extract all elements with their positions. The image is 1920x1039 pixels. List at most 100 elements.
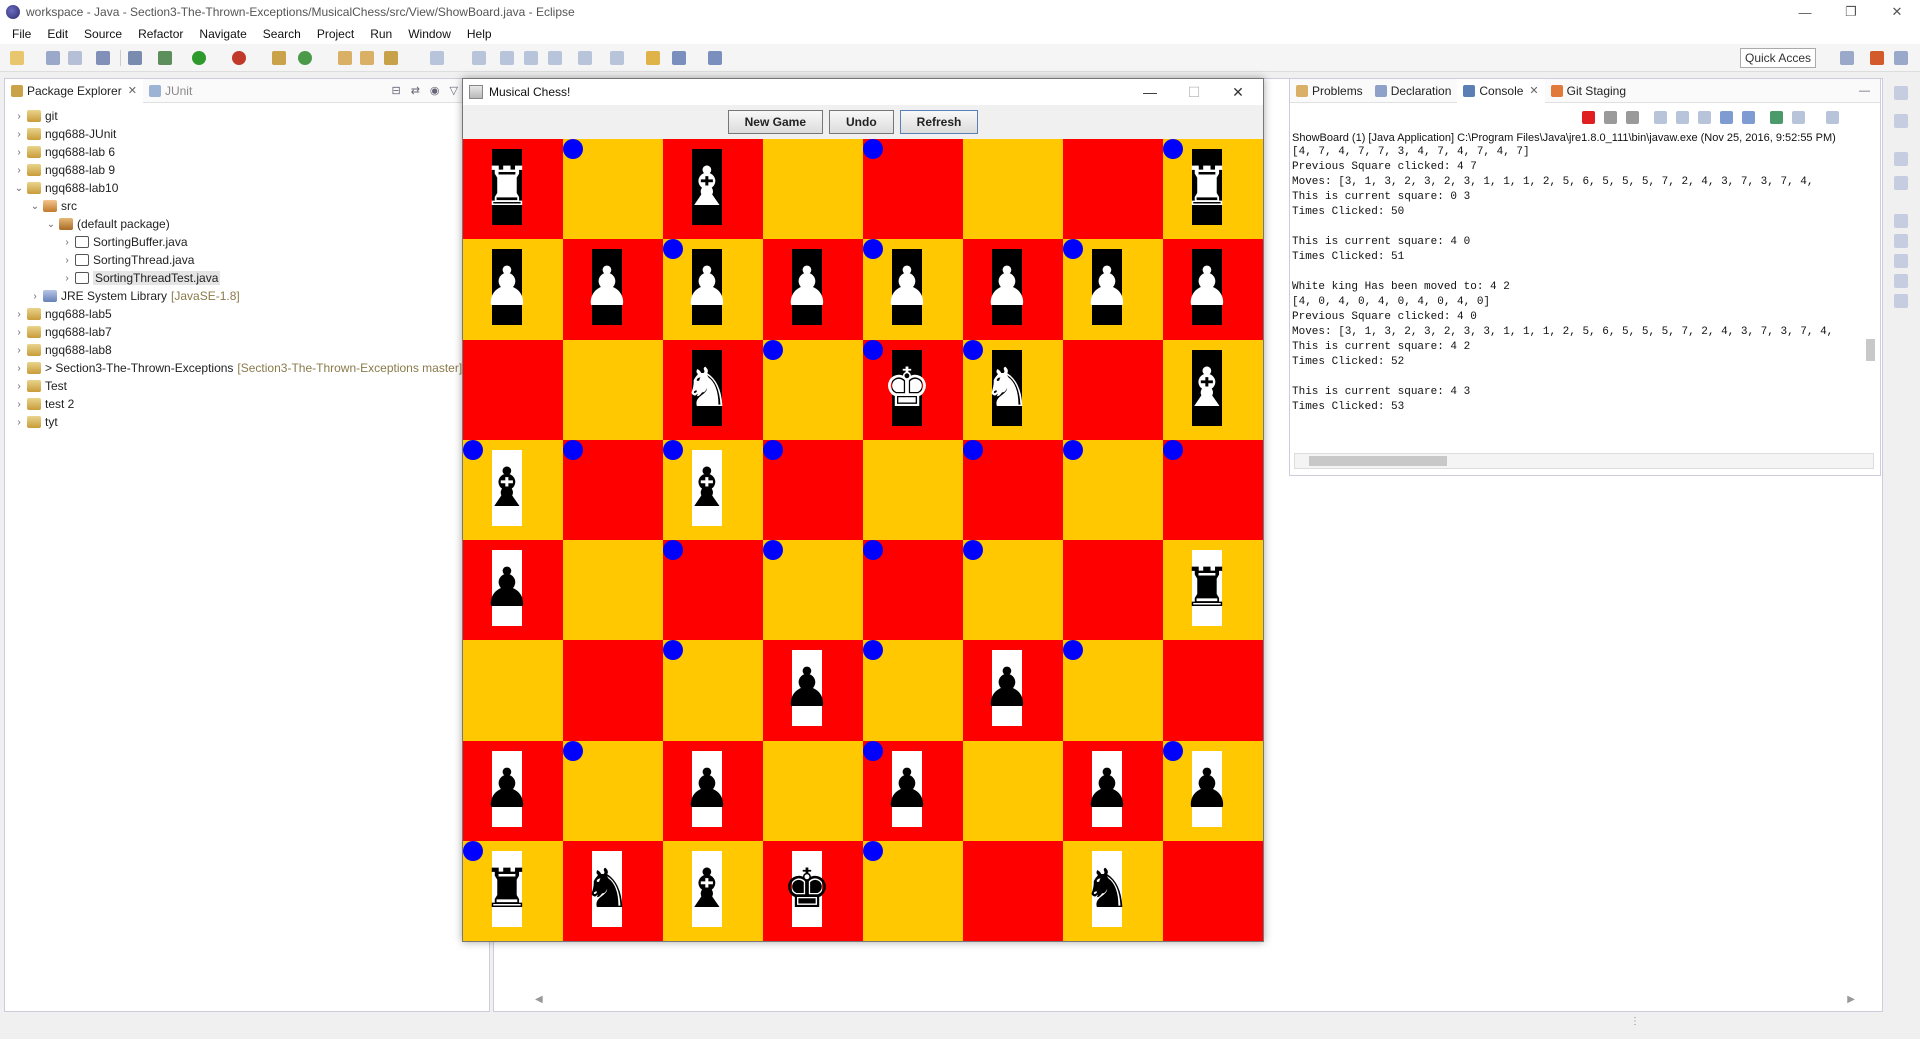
black-bishop-icon[interactable]: ♝ — [683, 850, 731, 927]
board-square[interactable]: ♝ — [463, 439, 563, 540]
display-console-icon[interactable] — [1792, 111, 1805, 124]
word-wrap-icon[interactable] — [1698, 111, 1711, 124]
tree-item[interactable]: › > Section3-The-Thrown-Exceptions [Sectio… — [5, 359, 489, 377]
tab-problems[interactable]: Problems — [1290, 79, 1369, 103]
menu-edit[interactable]: Edit — [39, 27, 76, 41]
menu-file[interactable]: File — [4, 27, 39, 41]
board-square[interactable]: ♟ — [763, 239, 863, 340]
java-perspective-icon[interactable] — [1894, 51, 1908, 65]
console-horizontal-scrollbar[interactable] — [1294, 453, 1874, 469]
board-square[interactable] — [563, 439, 663, 540]
chevron-icon[interactable]: › — [61, 255, 73, 266]
new-java-project-icon[interactable] — [272, 51, 286, 65]
tree-item[interactable]: › ngq688-lab5 — [5, 305, 489, 323]
task-list-icon[interactable] — [1894, 114, 1908, 128]
debug-icon[interactable] — [158, 51, 172, 65]
menu-window[interactable]: Window — [400, 27, 459, 41]
git-perspective-icon[interactable] — [1870, 51, 1884, 65]
editor-horizontal-scrollbar[interactable]: ◀ ▶ — [535, 994, 1855, 1008]
open-perspective-icon[interactable] — [1840, 51, 1854, 65]
black-pawn-icon[interactable]: ♟ — [883, 750, 931, 827]
block-selection-icon[interactable] — [500, 51, 514, 65]
focus-task-icon[interactable]: ◉ — [430, 84, 440, 97]
board-square[interactable] — [763, 439, 863, 540]
board-square[interactable]: ♝ — [663, 840, 763, 941]
tree-item[interactable]: › ngq688-lab 6 — [5, 143, 489, 161]
debug-view-icon[interactable] — [1894, 234, 1908, 248]
black-pawn-icon[interactable]: ♟ — [483, 550, 531, 626]
undo-button[interactable]: Undo — [829, 110, 894, 134]
white-knight-icon[interactable]: ♞ — [683, 349, 731, 426]
board-square[interactable] — [963, 139, 1063, 240]
board-square[interactable]: ♞ — [563, 840, 663, 941]
menu-navigate[interactable]: Navigate — [191, 27, 254, 41]
menu-run[interactable]: Run — [362, 27, 400, 41]
chevron-icon[interactable]: › — [13, 381, 25, 392]
annotation-icon[interactable] — [430, 51, 444, 65]
console-output[interactable]: [4, 7, 4, 7, 7, 3, 4, 7, 4, 7, 4, 7] Pre… — [1290, 145, 1870, 445]
close-tab-icon[interactable]: ✕ — [1529, 84, 1538, 97]
tree-item[interactable]: › Test — [5, 377, 489, 395]
new-icon[interactable] — [10, 51, 24, 65]
tree-item[interactable]: ⌄ src — [5, 197, 489, 215]
white-pawn-icon[interactable]: ♟ — [883, 249, 931, 326]
board-square[interactable] — [863, 640, 963, 741]
link-with-editor-icon[interactable]: ⇄ — [411, 84, 420, 97]
menu-project[interactable]: Project — [309, 27, 362, 41]
minimize-icon[interactable]: — — [1127, 79, 1173, 105]
board-square[interactable] — [663, 640, 763, 741]
board-square[interactable]: ♞ — [963, 339, 1063, 440]
board-square[interactable] — [1163, 439, 1263, 540]
restore-icon[interactable]: ❐ — [1828, 0, 1874, 24]
black-pawn-icon[interactable]: ♟ — [983, 650, 1031, 727]
remove-launch-icon[interactable] — [1604, 111, 1617, 124]
menu-refactor[interactable]: Refactor — [130, 27, 191, 41]
black-rook-icon[interactable]: ♜ — [1183, 550, 1231, 626]
open-type-icon[interactable] — [338, 51, 352, 65]
board-square[interactable] — [763, 139, 863, 240]
chevron-icon[interactable]: › — [13, 309, 25, 320]
chevron-icon[interactable]: › — [13, 399, 25, 410]
tree-item[interactable]: › test 2 — [5, 395, 489, 413]
board-square[interactable]: ♟ — [563, 239, 663, 340]
scroll-right-icon[interactable]: ▶ — [1847, 994, 1855, 1005]
tree-item[interactable]: › SortingBuffer.java — [5, 233, 489, 251]
skip-breakpoints-icon[interactable] — [128, 51, 142, 65]
board-square[interactable]: ♟ — [863, 239, 963, 340]
scroll-lock-icon[interactable] — [1676, 111, 1689, 124]
white-pawn-icon[interactable]: ♟ — [1183, 249, 1231, 326]
board-square[interactable]: ♟ — [1063, 239, 1163, 340]
tree-item[interactable]: › ngq688-lab7 — [5, 323, 489, 341]
board-square[interactable] — [563, 740, 663, 841]
view-menu-icon[interactable]: ▽ — [450, 84, 458, 97]
external-tools-icon[interactable] — [232, 51, 246, 65]
terminate-icon[interactable] — [1582, 111, 1595, 124]
scroll-thumb[interactable] — [1309, 456, 1447, 466]
board-square[interactable]: ♞ — [1063, 840, 1163, 941]
board-square[interactable]: ♟ — [463, 239, 563, 340]
board-square[interactable] — [1063, 540, 1163, 641]
board-square[interactable] — [863, 439, 963, 540]
board-square[interactable] — [463, 339, 563, 440]
print-icon[interactable] — [96, 51, 110, 65]
board-square[interactable] — [563, 139, 663, 240]
toggle-mark-icon[interactable] — [472, 51, 486, 65]
black-knight-icon[interactable]: ♞ — [1083, 850, 1131, 927]
chess-title-bar[interactable]: Musical Chess! — ☐ ✕ — [463, 79, 1263, 105]
collapse-all-icon[interactable]: ⊟ — [391, 84, 400, 97]
menu-help[interactable]: Help — [459, 27, 500, 41]
white-pawn-icon[interactable]: ♟ — [783, 249, 831, 326]
show-on-stderr-icon[interactable] — [1742, 111, 1755, 124]
board-square[interactable] — [963, 439, 1063, 540]
board-square[interactable] — [1063, 339, 1163, 440]
board-square[interactable]: ♟ — [663, 239, 763, 340]
board-square[interactable] — [463, 640, 563, 741]
board-square[interactable] — [1063, 139, 1163, 240]
show-on-stdout-icon[interactable] — [1720, 111, 1733, 124]
tree-item[interactable]: › ngq688-JUnit — [5, 125, 489, 143]
tab-package-explorer[interactable]: Package Explorer ✕ — [5, 78, 143, 103]
white-king-icon[interactable]: ♚ — [883, 349, 931, 426]
tree-item[interactable]: ⌄ (default package) — [5, 215, 489, 233]
chevron-icon[interactable]: › — [61, 237, 73, 248]
prev-annotation-icon[interactable] — [610, 51, 624, 65]
